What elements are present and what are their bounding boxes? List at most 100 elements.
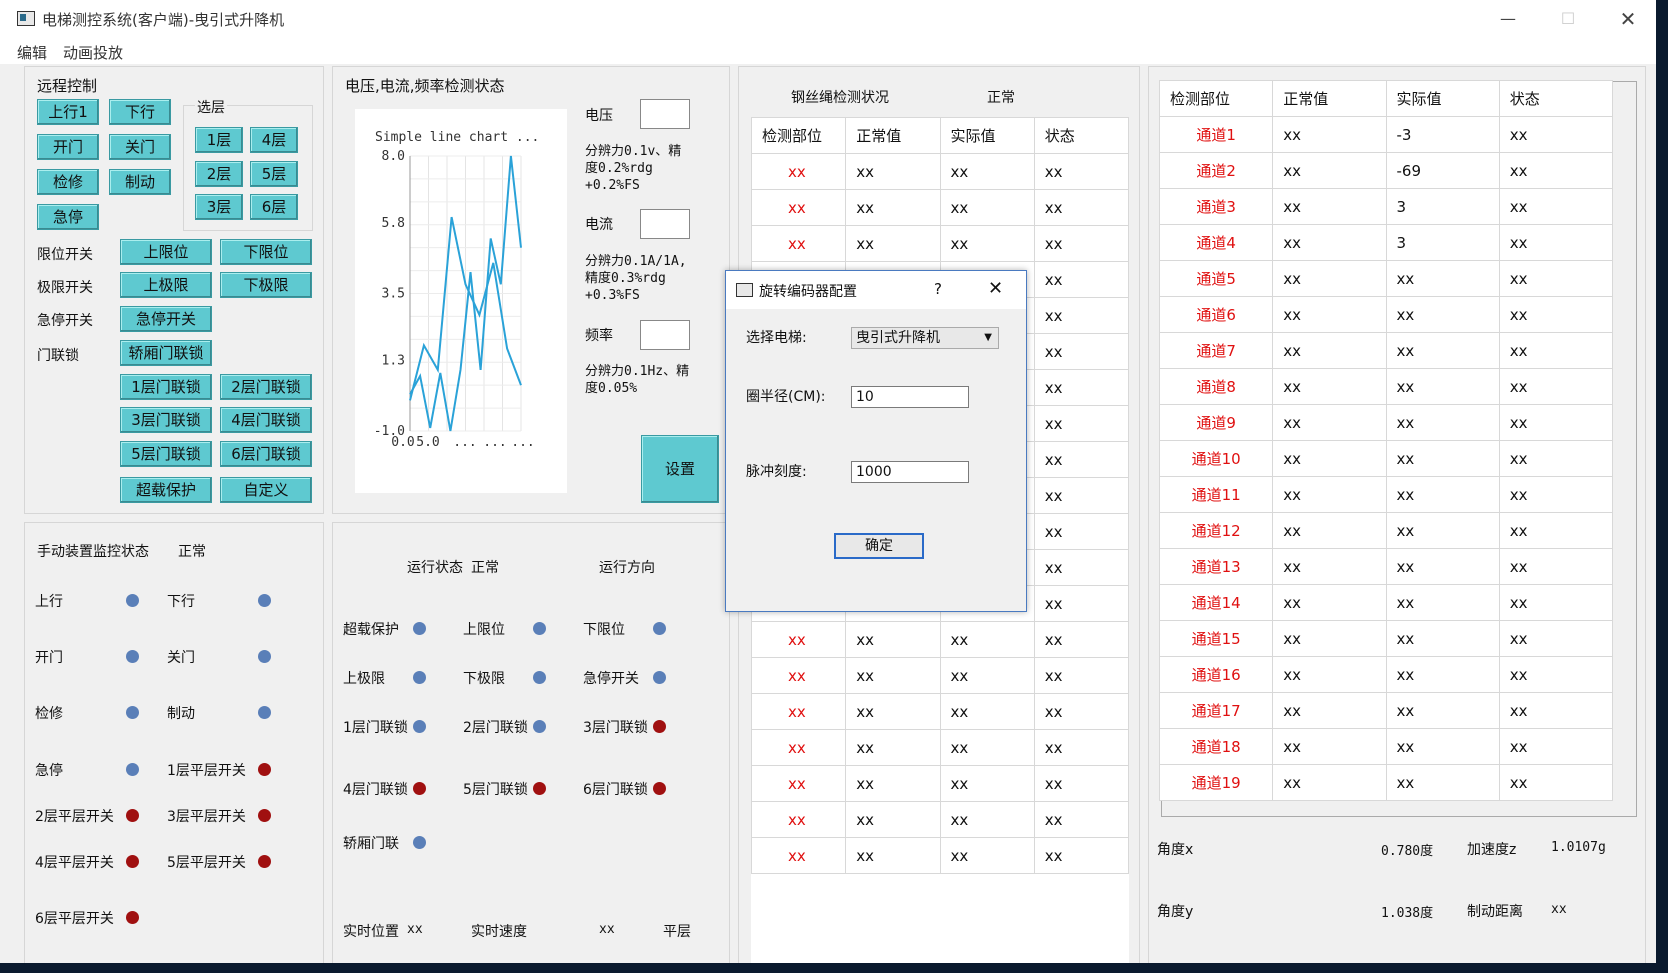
channel-name-cell: 通道19 [1158,764,1274,801]
maximize-icon[interactable]: ☐ [1548,6,1588,32]
channel-value-cell: xx [1272,584,1387,621]
floor-3-button[interactable]: 3层 [195,194,243,220]
rope-cell: xx [1033,657,1130,694]
menu-animation[interactable]: 动画投放 [63,42,123,63]
door-lock-2-button[interactable]: 2层门联锁 [220,374,312,400]
line-chart: Simple line chart ... 8.0 5.8 3.5 1.3 -1.0 0.… [355,109,567,493]
rope-header-cell: 检测部位 [750,117,847,154]
rope-cell: xx [1033,477,1130,514]
rope-cell: xx [845,621,941,658]
rope-cell: xx [845,729,941,766]
current-field[interactable] [640,209,690,239]
rope-cell: xx [750,657,847,694]
channel-value-cell: xx [1498,548,1614,585]
rope-cell: xx [1033,405,1130,442]
pulse-input[interactable]: 1000 [851,461,969,483]
upper-limit-button[interactable]: 上限位 [120,239,212,265]
channel-value-cell: xx [1385,296,1500,333]
open-door-button[interactable]: 开门 [37,134,99,160]
menu-edit[interactable]: 编辑 [17,42,47,63]
current-spec-line: +0.3%FS [585,288,640,303]
lower-limit-button[interactable]: 下限位 [220,239,312,265]
table-row: xxxxxxxx [750,153,1130,190]
channel-value-cell: xx [1385,440,1500,477]
channel-value-cell: xx [1272,188,1387,225]
floor-6-button[interactable]: 6层 [250,194,298,220]
floor-2-button[interactable]: 2层 [195,161,243,187]
elevator-select[interactable]: 曳引式升降机 ▼ [851,327,999,349]
up1-button[interactable]: 上行1 [37,99,99,125]
frequency-spec-line: 度0.05% [585,381,638,396]
floor-5-button[interactable]: 5层 [250,161,298,187]
rope-header-row: 检测部位 正常值 实际值 状态 [750,117,1130,154]
channels-header-cell: 状态 [1498,80,1614,117]
door-lock-6-button[interactable]: 6层门联锁 [220,441,312,467]
channel-value-cell: xx [1498,692,1614,729]
door-lock-1-button[interactable]: 1层门联锁 [120,374,212,400]
custom-button[interactable]: 自定义 [220,477,312,503]
help-icon[interactable]: ? [934,280,942,298]
estop-button[interactable]: 急停 [37,204,99,230]
ok-button[interactable]: 确定 [834,533,924,559]
table-row: 通道15 xx xx xx [1158,620,1614,657]
run-status-indicator [413,720,426,733]
minimize-icon[interactable]: — [1488,6,1528,32]
table-row: xxxxxxxx [750,621,1130,658]
channel-name-cell: 通道1 [1158,116,1274,153]
channel-value-cell: xx [1385,620,1500,657]
estop-switch-label: 急停开关 [37,313,93,329]
inspect-button[interactable]: 检修 [37,169,99,195]
rope-cell: xx [750,189,847,226]
door-lock-4-button[interactable]: 4层门联锁 [220,407,312,433]
set-button[interactable]: 设置 [641,435,719,503]
overload-button[interactable]: 超载保护 [120,477,212,503]
channel-value-cell: xx [1498,656,1614,693]
table-row: 通道14 xx xx xx [1158,584,1614,621]
down-button[interactable]: 下行 [109,99,171,125]
manual-status-indicator [126,706,139,719]
channels-header-row: 检测部位 正常值 实际值 状态 [1158,80,1614,117]
channel-value-cell: xx [1498,440,1614,477]
current-spec-line: 分辨力0.1A/1A, [585,254,687,269]
rope-cell: xx [1033,189,1130,226]
manual-status-indicator [126,763,139,776]
chart-y-tick-label: 5.8 [382,216,405,231]
close-door-button[interactable]: 关门 [109,134,171,160]
door-lock-label: 门联锁 [37,348,79,364]
manual-item-label: 2层平层开关 [35,809,114,825]
vif-title: 电压,电流,频率检测状态 [345,77,505,95]
rope-cell: xx [939,801,1035,838]
channel-value-cell: xx [1272,260,1387,297]
angle-x-value: 0.780度 [1381,844,1434,859]
run-status-panel: 运行状态 正常 运行方向 超载保护 上限位 下限位 上极限 下极限 急停开关 1层门联锁 2层… [332,522,730,963]
chart-y-tick-label: 8.0 [382,149,405,164]
door-lock-5-button[interactable]: 5层门联锁 [120,441,212,467]
lower-extreme-button[interactable]: 下极限 [220,272,312,298]
radius-input[interactable]: 10 [851,386,969,408]
channel-value-cell: xx [1272,224,1387,261]
channel-value-cell: xx [1498,476,1614,513]
speed-label: 实时速度 [471,924,527,940]
frequency-field[interactable] [640,320,690,350]
upper-extreme-button[interactable]: 上极限 [120,272,212,298]
rope-cell: xx [1033,513,1130,550]
manual-title: 手动装置监控状态 [37,544,149,560]
channel-name-cell: 通道8 [1158,368,1274,405]
car-door-lock-button[interactable]: 轿厢门联锁 [120,340,212,366]
dialog-close-icon[interactable]: ✕ [988,278,1003,299]
table-row: xxxxxxxx [750,225,1130,262]
close-icon[interactable]: ✕ [1608,6,1648,32]
brake-distance-value: xx [1551,902,1567,917]
table-row: 通道18 xx xx xx [1158,728,1614,765]
floor-1-button[interactable]: 1层 [195,127,243,153]
channel-name-cell: 通道17 [1158,692,1274,729]
run-item-label: 上限位 [463,622,505,638]
rope-cell: xx [939,693,1035,730]
door-lock-3-button[interactable]: 3层门联锁 [120,407,212,433]
brake-button[interactable]: 制动 [109,169,171,195]
channel-value-cell: xx [1498,224,1614,261]
estop-switch-button[interactable]: 急停开关 [120,306,212,332]
run-status-indicator [533,622,546,635]
floor-4-button[interactable]: 4层 [250,127,298,153]
voltage-field[interactable] [640,99,690,129]
